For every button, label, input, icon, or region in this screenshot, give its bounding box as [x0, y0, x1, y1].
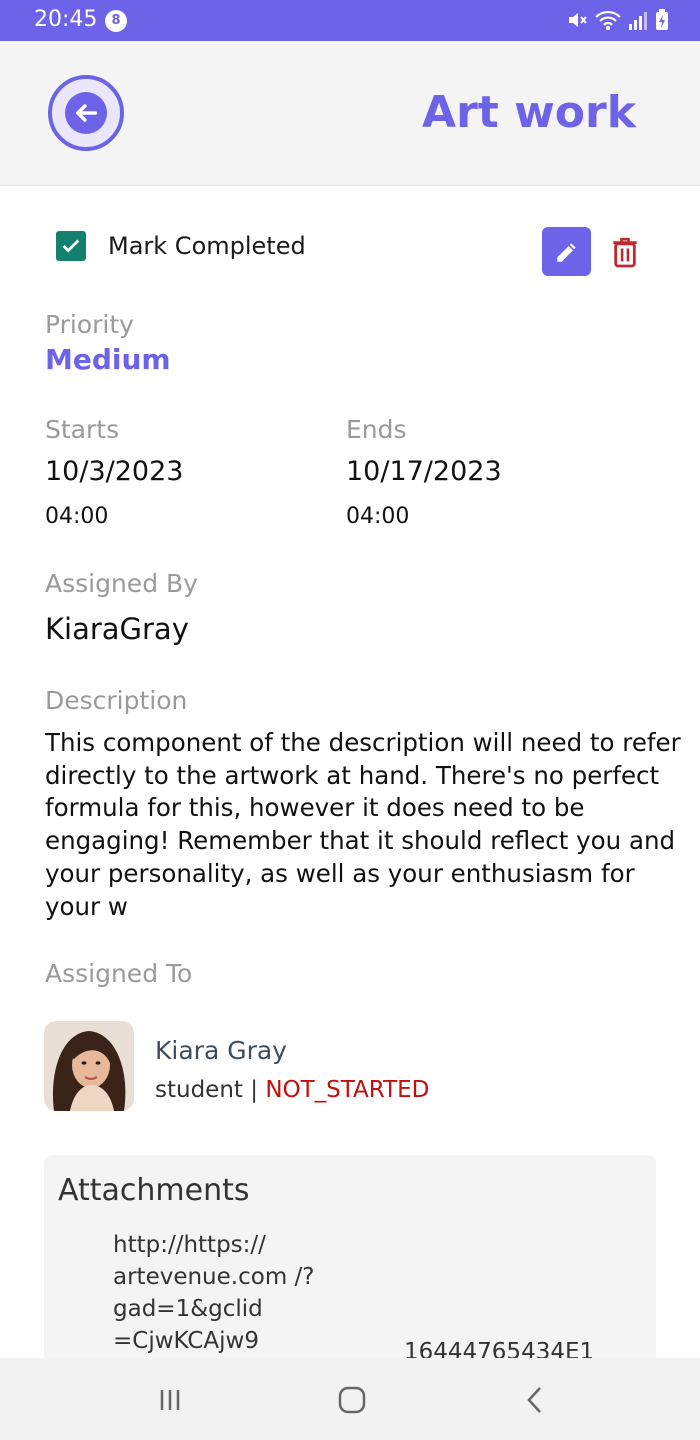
role-separator: |	[242, 1077, 266, 1103]
assigned-by-value: KiaraGray	[45, 612, 189, 646]
assignee-status: NOT_STARTED	[265, 1077, 430, 1103]
assignee-role: student	[155, 1077, 243, 1103]
chevron-left-icon	[527, 1387, 541, 1413]
mark-completed-checkbox[interactable]	[56, 231, 86, 261]
ends-label: Ends	[346, 415, 407, 444]
end-time: 04:00	[346, 504, 410, 529]
status-bar: 20:45 8	[0, 0, 700, 41]
mute-icon	[568, 13, 587, 27]
status-icons	[565, 8, 670, 34]
battery-icon	[656, 9, 668, 30]
end-date: 10/17/2023	[346, 456, 502, 487]
recent-apps-icon	[160, 1390, 180, 1410]
avatar[interactable]	[44, 1021, 134, 1111]
back-button[interactable]	[48, 75, 124, 151]
trash-icon	[613, 237, 637, 268]
system-nav-bar	[0, 1358, 700, 1440]
description-text: This component of the description will n…	[45, 728, 681, 921]
edit-button[interactable]	[542, 227, 591, 276]
priority-value: Medium	[45, 343, 171, 376]
assignee-role-row: student | NOT_STARTED	[155, 1077, 429, 1103]
attachments-title: Attachments	[58, 1173, 250, 1208]
mark-completed-row[interactable]: Mark Completed	[56, 230, 306, 262]
description-label: Description	[45, 686, 188, 715]
mark-completed-label: Mark Completed	[108, 232, 306, 260]
page-title: Art work	[422, 87, 636, 138]
priority-label: Priority	[45, 310, 134, 339]
assignee-name: Kiara Gray	[155, 1036, 287, 1065]
home-icon	[338, 1386, 366, 1414]
check-icon	[62, 239, 80, 253]
arrow-left-icon	[65, 92, 107, 134]
notification-count-badge: 8	[105, 10, 127, 32]
signal-icon	[628, 12, 647, 30]
attachments-card: Attachments http://https:// artevenue.co…	[44, 1155, 656, 1365]
start-date: 10/3/2023	[45, 456, 184, 487]
starts-label: Starts	[45, 415, 120, 444]
assigned-to-label: Assigned To	[45, 959, 193, 988]
start-time: 04:00	[45, 504, 109, 529]
wifi-icon	[595, 10, 621, 30]
delete-button[interactable]	[608, 232, 642, 272]
recent-apps-button[interactable]	[150, 1380, 190, 1420]
status-time: 20:45	[34, 7, 98, 32]
system-back-button[interactable]	[515, 1380, 555, 1420]
attachment-link[interactable]: http://https:// artevenue.com /?gad=1&gc…	[113, 1229, 333, 1357]
pencil-icon	[556, 242, 576, 262]
app-header: Art work	[0, 41, 700, 186]
home-button[interactable]	[332, 1380, 372, 1420]
assigned-by-label: Assigned By	[45, 569, 198, 598]
